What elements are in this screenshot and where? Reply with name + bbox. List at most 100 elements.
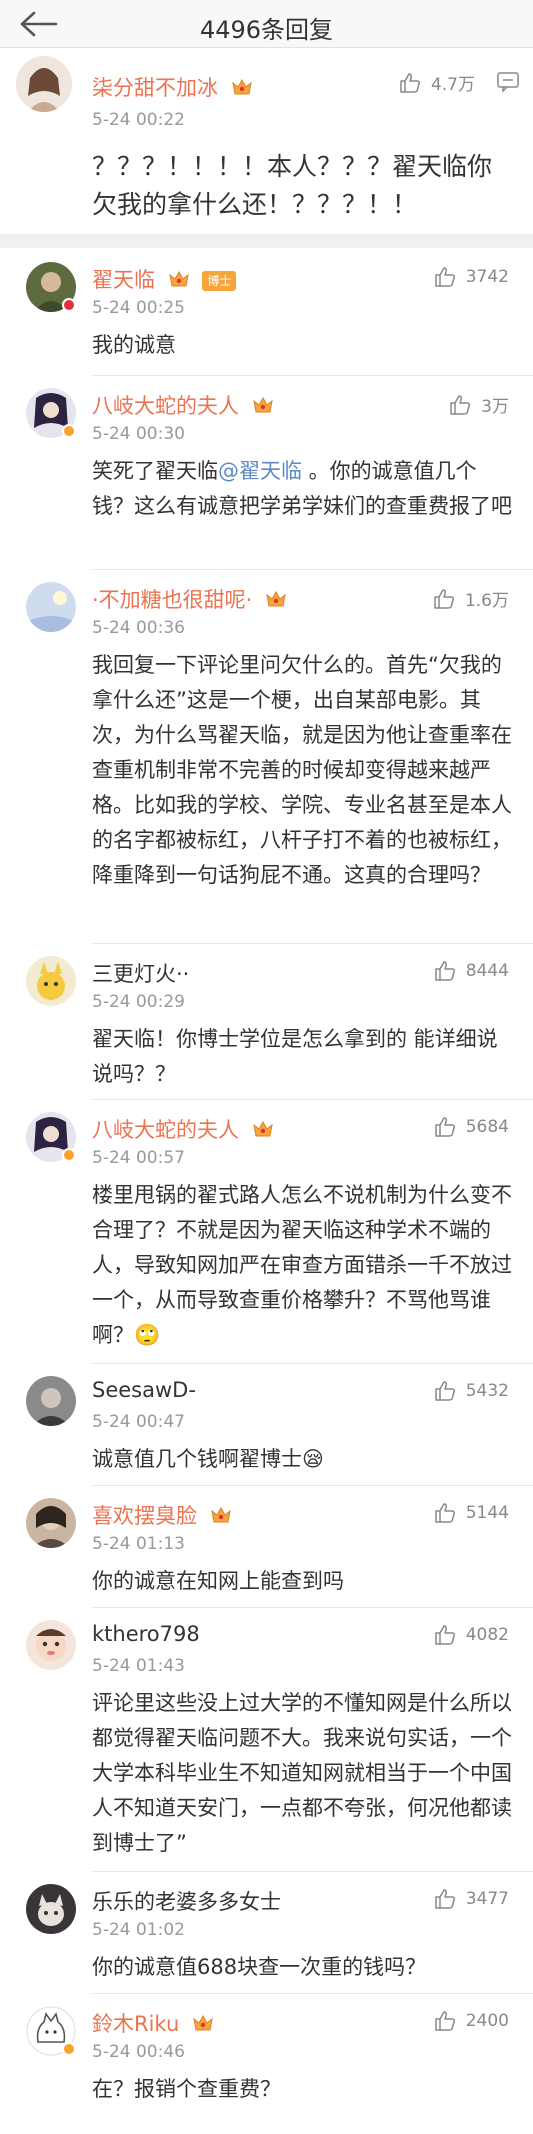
like-button[interactable]: 1.6万 [433, 586, 509, 611]
like-count: 1.6万 [464, 591, 509, 611]
comment-content: 楼里甩锅的翟式路人怎么不说机制为什么变不合理了？不就是因为翟天临这种学术不端的人… [92, 1183, 512, 1347]
commenter-name[interactable]: 翟天临 博士 [92, 264, 237, 294]
like-count: 3477 [465, 1889, 509, 1909]
avatar[interactable] [26, 1498, 76, 1548]
comment-content: 笑死了翟天临@翟天临 。你的诚意值几个钱？这么有诚意把学弟学妹们的查重费报了吧 [92, 459, 512, 518]
list-item: 乐乐的老婆多多女士 5-24 01:02 3477 你的诚意值688块查一次重的… [0, 1872, 533, 1994]
like-count: 3742 [465, 267, 509, 287]
comment-time: 5-24 00:22 [92, 110, 185, 130]
avatar[interactable] [26, 1884, 76, 1934]
list-item: 喜欢摆臭脸 5-24 01:13 5144 你的诚意在知网上能查到吗 [0, 1486, 533, 1608]
commenter-name[interactable]: 八岐大蛇的夫人 [92, 390, 274, 420]
doctor-badge: 博士 [202, 271, 237, 291]
comment-time: 5-24 01:13 [92, 1534, 185, 1554]
list-item: ·不加糖也很甜呢· 5-24 00:36 1.6万 我回复一下评论里问欠什么的。… [0, 570, 533, 944]
verified-badge-icon [62, 2042, 76, 2056]
verified-badge-icon [62, 1148, 76, 1162]
list-item: 八岐大蛇的夫人 5-24 00:57 5684 楼里甩锅的翟式路人怎么不说机制为… [0, 1100, 533, 1364]
page-title: 4496条回复 [199, 16, 334, 44]
comment-time: 5-24 00:36 [92, 618, 185, 638]
thumbs-up-icon [434, 588, 455, 609]
vip-crown-icon [252, 396, 273, 413]
comment-time: 5-24 00:47 [92, 1412, 185, 1432]
like-button[interactable]: 5144 [434, 1502, 509, 1524]
like-count: 4.7万 [430, 75, 475, 95]
like-count: 4082 [465, 1625, 509, 1645]
user-mention-link[interactable]: @翟天临 [218, 459, 302, 483]
commenter-name[interactable]: SeesawD- [92, 1378, 196, 1402]
like-button[interactable]: 4.7万 [399, 70, 475, 95]
avatar[interactable] [26, 1376, 76, 1426]
avatar[interactable] [26, 582, 76, 632]
like-button[interactable]: 2400 [434, 2010, 509, 2032]
root-comment: 柒分甜不加冰 5-24 00:22 4.7万 ？？？！！！！本人？？？翟天临你欠… [0, 50, 533, 234]
like-button[interactable]: 5432 [434, 1380, 509, 1402]
thumbs-up-icon [434, 267, 455, 287]
thumbs-up-icon [434, 1381, 455, 1401]
vip-crown-icon [252, 1120, 273, 1137]
list-item: 鈴木Riku 5-24 00:46 2400 在？报销个查重费？ [0, 1994, 533, 2134]
like-button[interactable]: 8444 [434, 960, 509, 982]
thumbs-up-icon [450, 394, 471, 415]
vip-crown-icon [168, 270, 189, 287]
list-item: 翟天临 博士 5-24 00:25 3742 我的诚意 [0, 250, 533, 376]
list-item: kthero798 5-24 01:43 4082 评论里这些没上过大学的不懂知… [0, 1608, 533, 1872]
comment-content: 我回复一下评论里问欠什么的。首先“欠我的拿什么还”这是一个梗，出自某部电影。其次… [92, 653, 512, 887]
commenter-name[interactable]: kthero798 [92, 1622, 200, 1646]
comment-time: 5-24 00:29 [92, 992, 185, 1012]
thumbs-up-icon [434, 961, 455, 981]
comment-time: 5-24 00:25 [92, 298, 185, 318]
comment-time: 5-24 00:46 [92, 2042, 185, 2062]
comment-more-icon[interactable] [497, 72, 519, 96]
commenter-name[interactable]: 乐乐的老婆多多女士 [92, 1886, 281, 1916]
vip-crown-icon [193, 2014, 213, 2031]
comment-content: 你的诚意值688块查一次重的钱吗？ [92, 1955, 427, 1979]
thumbs-up-icon [434, 1625, 455, 1645]
comment-content: 我的诚意 [92, 333, 176, 357]
comment-content: 诚意值几个钱啊翟博士😪 [92, 1447, 324, 1471]
vip-crown-icon [266, 590, 286, 607]
commenter-name[interactable]: 柒分甜不加冰 [92, 72, 253, 102]
like-count: 5432 [465, 1381, 509, 1401]
commenter-name[interactable]: 八岐大蛇的夫人 [92, 1114, 274, 1144]
like-count: 3万 [481, 397, 509, 417]
like-count: 5684 [465, 1117, 509, 1137]
comment-time: 5-24 00:30 [92, 424, 185, 444]
comment-time: 5-24 01:02 [92, 1920, 185, 1940]
vip-crown-icon [210, 1506, 231, 1523]
like-button[interactable]: 3742 [434, 266, 509, 288]
list-item: SeesawD- 5-24 00:47 5432 诚意值几个钱啊翟博士😪 [0, 1364, 533, 1486]
comment-content: ？？？！！！！本人？？？翟天临你欠我的拿什么还！？？？！！ [92, 152, 493, 219]
thumbs-up-icon [434, 1503, 455, 1523]
vip-crown-icon [231, 78, 252, 95]
comment-content: 评论里这些没上过大学的不懂知网是什么所以都觉得翟天临问题不大。我来说句实话，一个… [92, 1691, 512, 1855]
verified-badge-icon [62, 298, 76, 312]
nav-header: 4496条回复 [0, 0, 533, 48]
avatar[interactable] [16, 56, 72, 112]
like-button[interactable]: 4082 [434, 1624, 509, 1646]
like-count: 2400 [465, 2011, 509, 2031]
thumbs-up-icon [400, 72, 421, 93]
comment-time: 5-24 01:43 [92, 1656, 185, 1676]
like-button[interactable]: 3万 [449, 392, 509, 417]
list-item: 八岐大蛇的夫人 5-24 00:30 3万 笑死了翟天临@翟天临 。你的诚意值几… [0, 376, 533, 570]
comment-content: 在？报销个查重费？ [92, 2077, 281, 2101]
section-divider [0, 234, 533, 248]
avatar[interactable] [26, 1620, 76, 1670]
thumbs-up-icon [434, 2011, 455, 2031]
comment-content: 你的诚意在知网上能查到吗 [92, 1569, 344, 1593]
thumbs-up-icon [434, 1117, 455, 1137]
like-count: 8444 [465, 961, 509, 981]
like-count: 5144 [465, 1503, 509, 1523]
avatar[interactable] [26, 956, 76, 1006]
commenter-name[interactable]: ·不加糖也很甜呢· [92, 584, 287, 614]
like-button[interactable]: 3477 [434, 1888, 509, 1910]
commenter-name[interactable]: 喜欢摆臭脸 [92, 1500, 232, 1530]
list-item: 三更灯火·· 5-24 00:29 8444 翟天临！你博士学位是怎么拿到的 能… [0, 944, 533, 1100]
comment-time: 5-24 00:57 [92, 1148, 185, 1168]
commenter-name[interactable]: 鈴木Riku [92, 2008, 214, 2038]
thumbs-up-icon [434, 1889, 455, 1909]
commenter-name[interactable]: 三更灯火·· [92, 958, 189, 988]
comment-content: 翟天临！你博士学位是怎么拿到的 能详细说说吗？？ [92, 1027, 498, 1086]
like-button[interactable]: 5684 [434, 1116, 509, 1138]
